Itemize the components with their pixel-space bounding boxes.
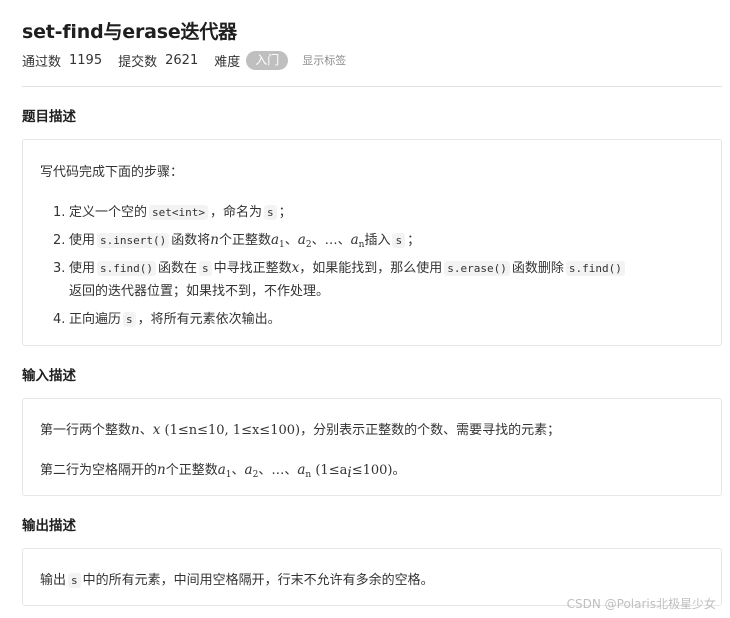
math-var: a2 [297,232,312,250]
csdn-watermark: CSDN @Polaris北极星少女 [566,597,716,611]
math-constraint: (1≤ai≤100) [315,463,393,481]
inline-code: s.find() [565,261,625,276]
inline-code: s [199,261,212,276]
problem-meta: 通过数 1195 提交数 2621 难度 入门 显示标签 [22,50,346,70]
math-var: a1 [270,232,285,250]
submit-count: 2621 [165,52,199,68]
math-var: an [350,232,365,250]
header-divider [22,86,722,87]
list-item-continuation: 返回的迭代器位置；如果找不到，不作处理。 [69,284,330,299]
list-item: 2. 使用 s.insert() 函数将n个正整数a1、a2、…、an插入 s； [53,232,421,250]
list-item: 4. 正向遍历 s ，将所有元素依次输出。 [53,312,281,327]
math-constraint: (1≤n≤10, 1≤x≤100) [164,423,301,438]
list-item: 3. 使用 s.find() 函数在 s 中寻找正整数x，如果能找到，那么使用 s.eras… [53,257,627,276]
input-line-2: 第二行为空格隔开的n个正整数a1、a2、…、an (1≤ai≤100)。 [40,462,406,481]
pass-label: 通过数 [22,54,62,70]
description-box: 写代码完成下面的步骤： 1. 定义一个空的 set<int> ，命名为 s； 2. 使用 s… [22,139,722,346]
output-line: 输出 s 中的所有元素，中间用空格隔开，行末不允许有多余的空格。 [40,573,434,588]
input-box: 第一行两个整数n、x (1≤n≤10, 1≤x≤100)，分别表示正整数的个数、… [22,398,722,496]
inline-code: set<int> [149,205,208,220]
problem-title: set-find与erase迭代器 [22,21,237,43]
input-heading: 输入描述 [22,368,76,384]
list-item: 1. 定义一个空的 set<int> ，命名为 s； [53,205,292,220]
pass-count: 1195 [69,52,103,68]
inline-code: s [264,205,277,220]
inline-code: s [123,312,136,327]
difficulty-label: 难度 [214,54,241,70]
submit-label: 提交数 [118,54,158,70]
description-heading: 题目描述 [22,109,76,125]
difficulty-badge: 入门 [246,50,289,70]
math-var: n [210,232,219,248]
inline-code: s [68,573,81,588]
show-tags-link[interactable]: 显示标签 [302,52,346,68]
description-intro: 写代码完成下面的步骤： [40,165,184,180]
input-line-1: 第一行两个整数n、x (1≤n≤10, 1≤x≤100)，分别表示正整数的个数、… [40,422,561,438]
inline-code: s [392,233,406,248]
inline-code: s.erase() [444,261,510,276]
inline-code: s.find() [97,261,156,276]
output-heading: 输出描述 [22,518,76,534]
inline-code: s.insert() [97,233,170,248]
